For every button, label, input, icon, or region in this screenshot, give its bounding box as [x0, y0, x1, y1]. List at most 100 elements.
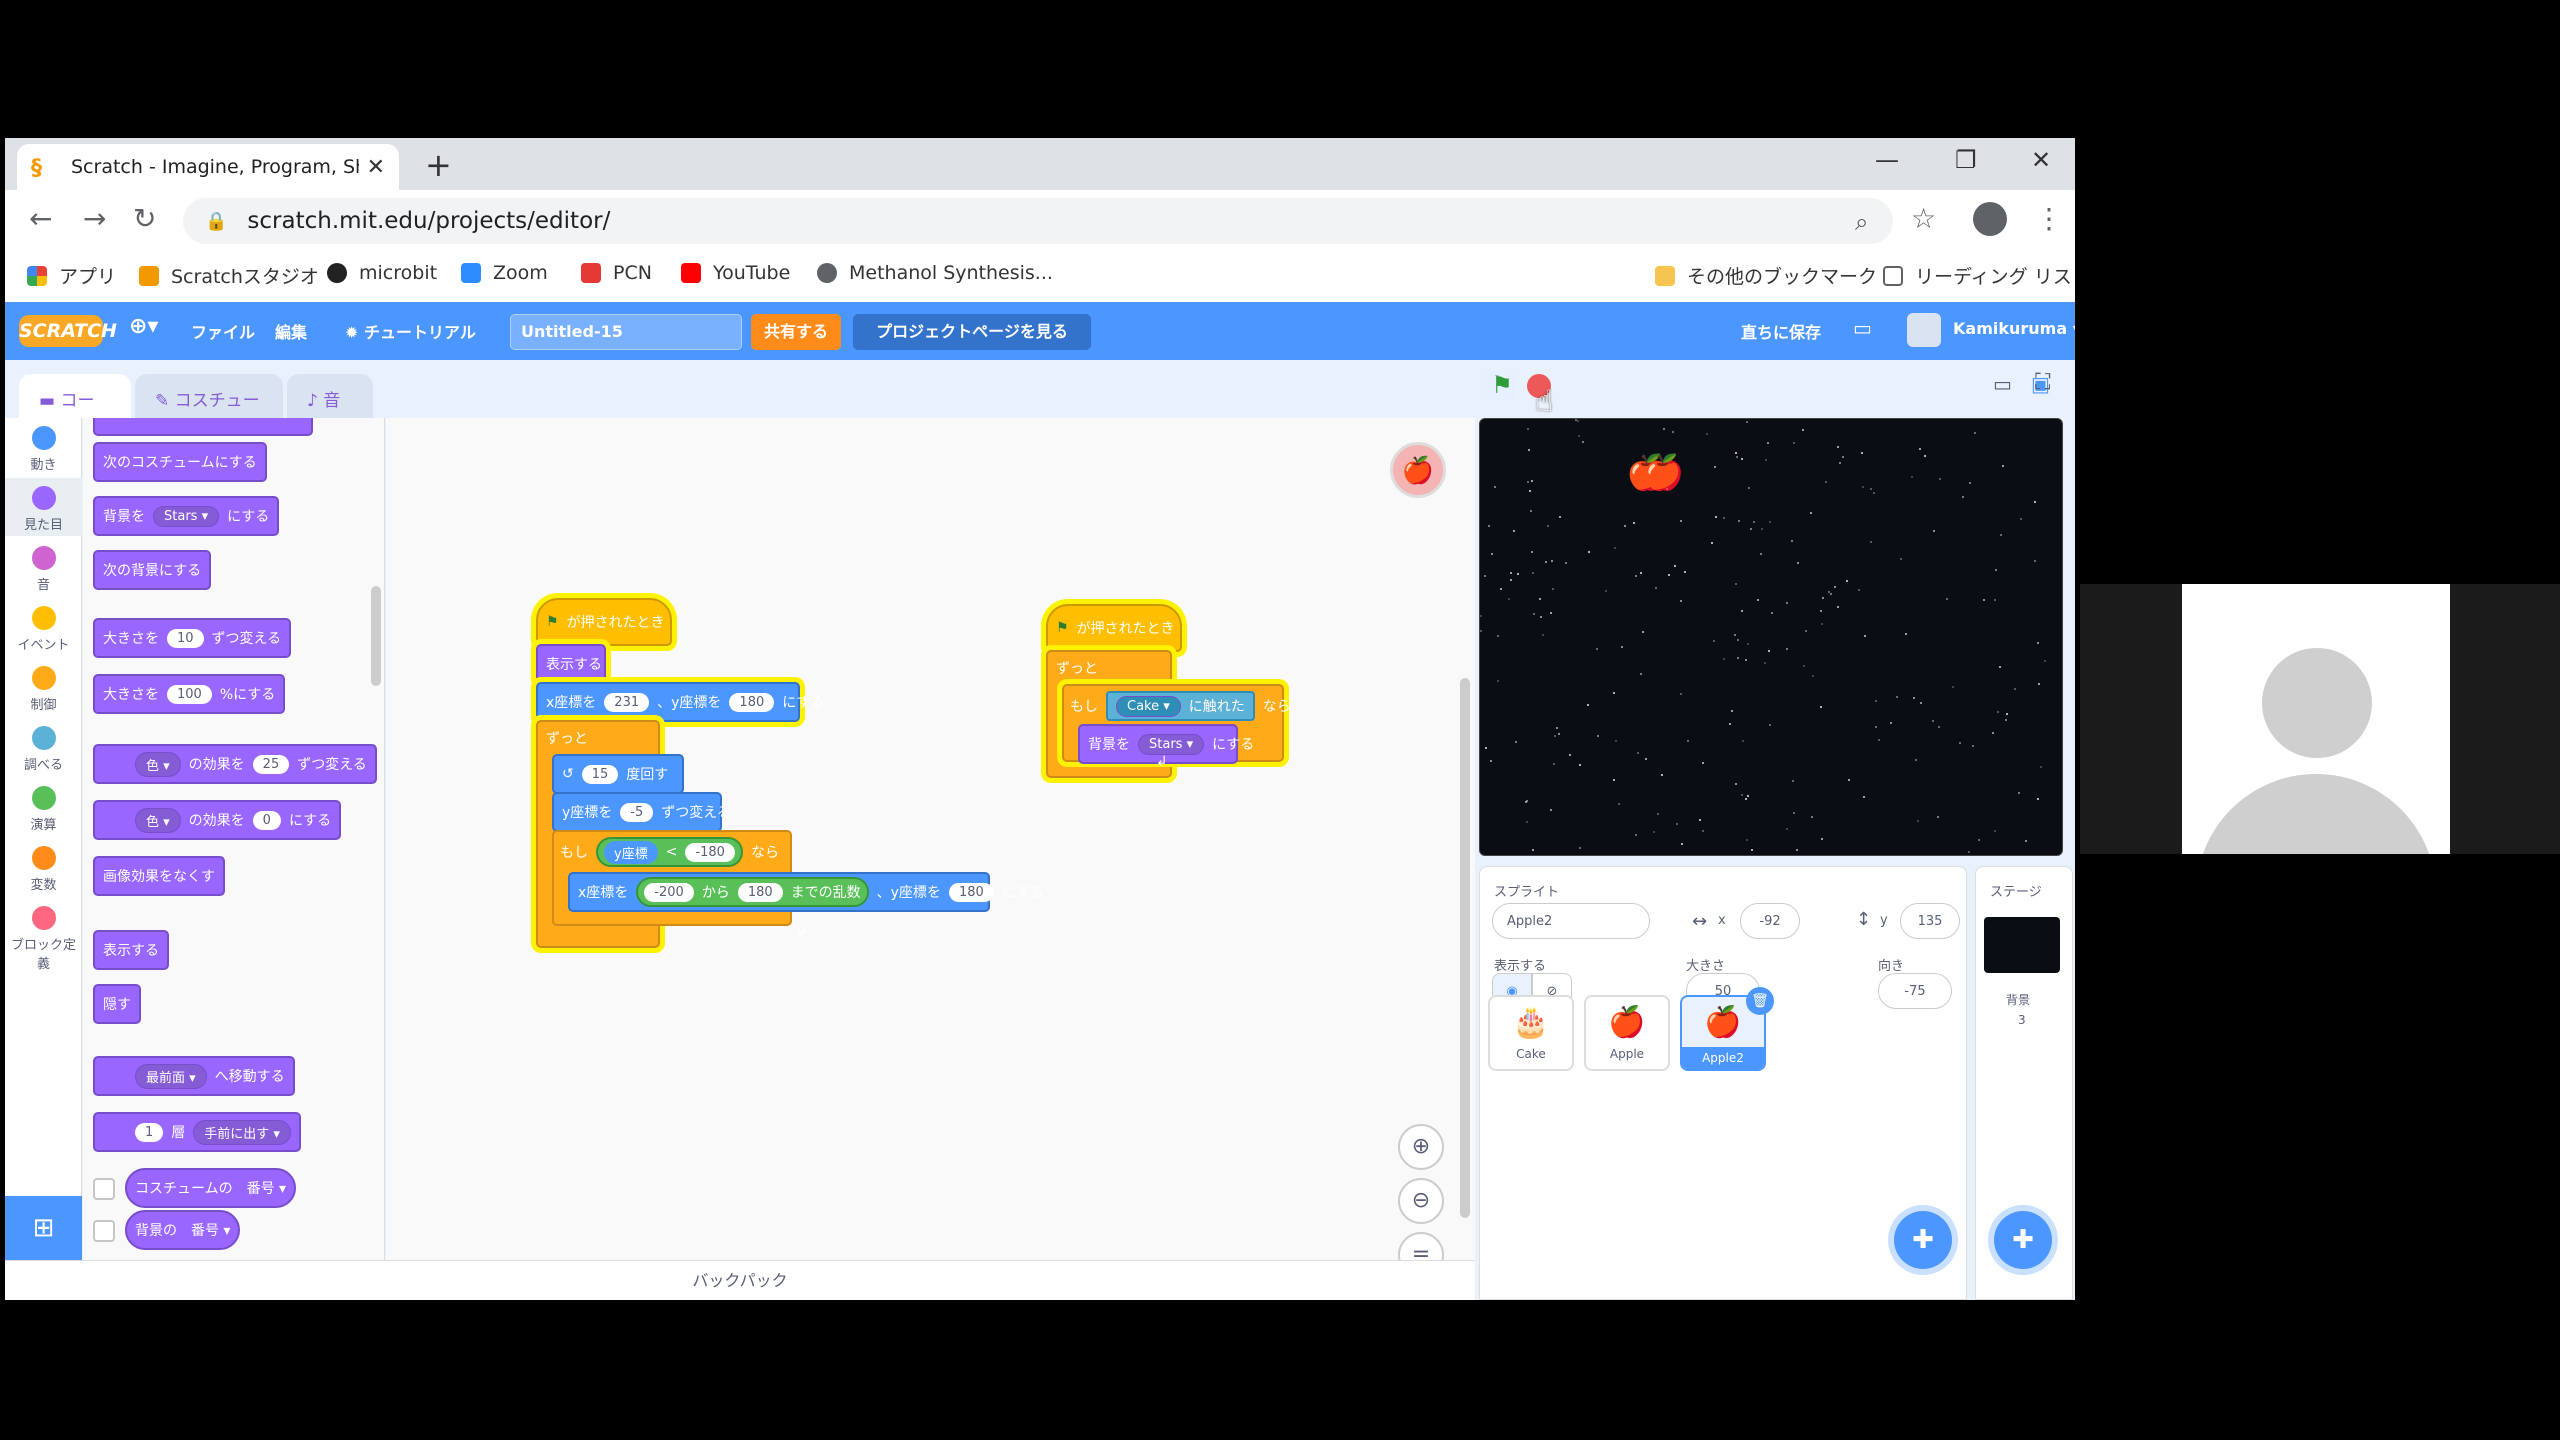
delete-sprite-trash-icon[interactable]: 🗑 [1746, 987, 1774, 1015]
sprite-thumb-apple2[interactable]: 🍎 Apple2 🗑 [1680, 987, 1774, 1071]
sprite-name-input[interactable]: Apple2 [1492, 903, 1650, 939]
x-position-input[interactable]: -92 [1740, 903, 1800, 939]
block-go-layers[interactable]: 1 層手前に出す ▾ [93, 1112, 301, 1152]
backdrop-number-checkbox[interactable] [93, 1220, 115, 1242]
less-than-operator[interactable]: y座標 < -180 [596, 837, 743, 867]
turn-degrees-input[interactable]: 15 [581, 764, 619, 784]
block-clear-effects[interactable]: 画像効果をなくす [93, 856, 225, 896]
see-project-page-button[interactable]: プロジェクトページを見る [853, 314, 1091, 350]
effect-dropdown-2[interactable]: 色 ▾ [135, 807, 181, 833]
zoom-in-button[interactable]: ⊕ [1398, 1124, 1444, 1170]
touching-sensing[interactable]: Cake ▾ に触れた [1106, 691, 1255, 721]
category-control[interactable]: 制御 [5, 666, 82, 713]
change-y-input[interactable]: -5 [620, 802, 654, 822]
other-bookmarks[interactable]: その他のブックマーク [1655, 262, 1877, 289]
block-set-effect[interactable]: 色 ▾ の効果を 0 にする [93, 800, 342, 840]
category-variables[interactable]: 変数 [5, 846, 82, 893]
bookmark-zoom[interactable]: Zoom [461, 262, 548, 284]
tab-sounds[interactable]: ♪ 音 [287, 374, 373, 418]
tab-costumes[interactable]: ✎ コスチューム [135, 374, 283, 436]
category-operators[interactable]: 演算 [5, 786, 82, 833]
bookmark-star-icon[interactable]: ☆ [1911, 202, 1936, 235]
block-go-to-front[interactable]: 最前面 ▾ へ移動する [93, 1056, 295, 1096]
block-show-instance[interactable]: 表示する [536, 644, 606, 684]
zoom-reset-button[interactable]: = [1398, 1232, 1444, 1260]
direction-dropdown[interactable]: 手前に出す ▾ [193, 1119, 291, 1145]
zoom-out-button[interactable]: ⊖ [1398, 1178, 1444, 1224]
size-set-input[interactable]: 100 [167, 684, 212, 704]
save-now-button[interactable]: 直ちに保存 [1741, 319, 1821, 343]
block-switch-backdrop[interactable]: 背景を Stars ▾ にする [93, 496, 280, 536]
bookmark-pcn[interactable]: PCN [581, 262, 652, 284]
hat-green-flag-clicked[interactable]: ⚑ が押されたとき [536, 598, 672, 646]
bookmark-methanol[interactable]: Methanol Synthesis... [817, 262, 1053, 284]
reporter-costume-number[interactable]: コスチュームの 番号 ▾ [125, 1168, 297, 1208]
palette-block-partial[interactable] [93, 418, 313, 436]
effect-set-input[interactable]: 0 [252, 810, 281, 830]
stage-canvas[interactable]: 🍎 🍎 [1479, 418, 2063, 856]
block-go-to-xy[interactable]: x座標を 231 、y座標を 180 にする [536, 682, 824, 722]
category-sensing[interactable]: 調べる [5, 726, 82, 773]
direction-input[interactable]: -75 [1878, 973, 1952, 1009]
category-sound[interactable]: 音 [5, 546, 82, 593]
tutorial-menu[interactable]: ✹ チュートリアル [345, 319, 476, 343]
random-to-input[interactable]: 180 [737, 882, 783, 902]
username-menu[interactable]: Kamikuruma ▾ [1953, 319, 2075, 338]
random-from-input[interactable]: -200 [644, 882, 694, 902]
goto-x-input[interactable]: 231 [604, 692, 650, 712]
effect-dropdown[interactable]: 色 ▾ [135, 751, 181, 777]
random-operator[interactable]: -200 から 180 までの乱数 [636, 877, 869, 907]
backpack[interactable]: バックパック [5, 1260, 1475, 1300]
goto-y-input[interactable]: 180 [729, 692, 775, 712]
backdrop-dropdown[interactable]: Stars ▾ [153, 505, 220, 527]
block-next-backdrop[interactable]: 次の背景にする [93, 550, 212, 590]
add-sprite-button[interactable]: ✚ [1894, 1211, 1952, 1269]
green-flag-button[interactable]: ⚑ [1487, 370, 1517, 400]
tab-close-icon[interactable]: ✕ [367, 155, 385, 180]
y-position-input[interactable]: 135 [1900, 903, 1960, 939]
share-button[interactable]: 共有する [751, 314, 841, 350]
scratch-logo[interactable]: SCRATCH [19, 315, 117, 347]
bookmark-scratch-studio[interactable]: Scratchスタジオ [139, 262, 319, 289]
compare-value-input[interactable]: -180 [685, 842, 735, 862]
restore-button[interactable]: ❐ [1955, 146, 1977, 174]
reporter-backdrop-number[interactable]: 背景の 番号 ▾ [125, 1210, 241, 1250]
reload-icon[interactable]: ↻ [133, 202, 156, 235]
layers-input[interactable]: 1 [135, 1122, 164, 1142]
block-next-costume[interactable]: 次のコスチュームにする [93, 442, 267, 482]
close-window-button[interactable]: ✕ [2031, 146, 2051, 174]
bookmark-apps[interactable]: アプリ [27, 262, 116, 289]
zoom-page-icon[interactable]: ⌕ [1855, 208, 1868, 236]
stage-backdrop-thumb[interactable] [1984, 917, 2060, 973]
minimize-button[interactable]: — [1875, 146, 1899, 174]
language-globe-icon[interactable]: ⊕▾ [129, 314, 158, 339]
costume-number-checkbox[interactable] [93, 1178, 115, 1200]
category-my-blocks[interactable]: ブロック定義 [5, 906, 82, 972]
menu-icon[interactable]: ⋮ [2035, 202, 2063, 235]
sprite-thumb-cake[interactable]: 🎂 Cake [1488, 995, 1574, 1071]
fullscreen-icon[interactable]: ⛶ [2035, 370, 2050, 395]
block-change-effect[interactable]: 色 ▾ の効果を 25 ずつ変える [93, 744, 377, 784]
edit-menu[interactable]: 編集 [275, 319, 307, 343]
category-looks[interactable]: 見た目 [5, 478, 82, 536]
block-show[interactable]: 表示する [93, 930, 169, 970]
palette-scrollbar[interactable] [371, 586, 381, 686]
add-extension-button[interactable]: ⊞ [5, 1196, 82, 1260]
workspace-scrollbar[interactable] [1460, 678, 1470, 1218]
backdrop-dropdown-2[interactable]: Stars ▾ [1138, 733, 1205, 755]
y-position-reporter[interactable]: y座標 [604, 840, 658, 864]
effect-change-input[interactable]: 25 [252, 754, 290, 774]
browser-tab[interactable]: § Scratch - Imagine, Program, Share ✕ [17, 144, 399, 190]
my-stuff-folder-icon[interactable]: ▭ [1853, 316, 1872, 340]
small-stage-icon[interactable]: ▭ [1993, 372, 2012, 396]
block-set-size[interactable]: 大きさを 100 %にする [93, 674, 286, 714]
address-bar[interactable]: 🔒 scratch.mit.edu/projects/editor/ ⌕ [183, 198, 1893, 244]
block-turn-left[interactable]: ↺ 15 度回す [552, 754, 684, 794]
category-events[interactable]: イベント [5, 606, 82, 653]
block-change-y[interactable]: y座標を -5 ずつ変える [552, 792, 731, 832]
block-hide[interactable]: 隠す [93, 984, 141, 1024]
category-motion[interactable]: 動き [5, 426, 82, 473]
block-change-size[interactable]: 大きさを 10 ずつ変える [93, 618, 292, 658]
block-go-to-random-x[interactable]: x座標を -200 から 180 までの乱数 、y座標を 180 にする [568, 872, 1044, 912]
avatar[interactable] [1907, 313, 1941, 347]
